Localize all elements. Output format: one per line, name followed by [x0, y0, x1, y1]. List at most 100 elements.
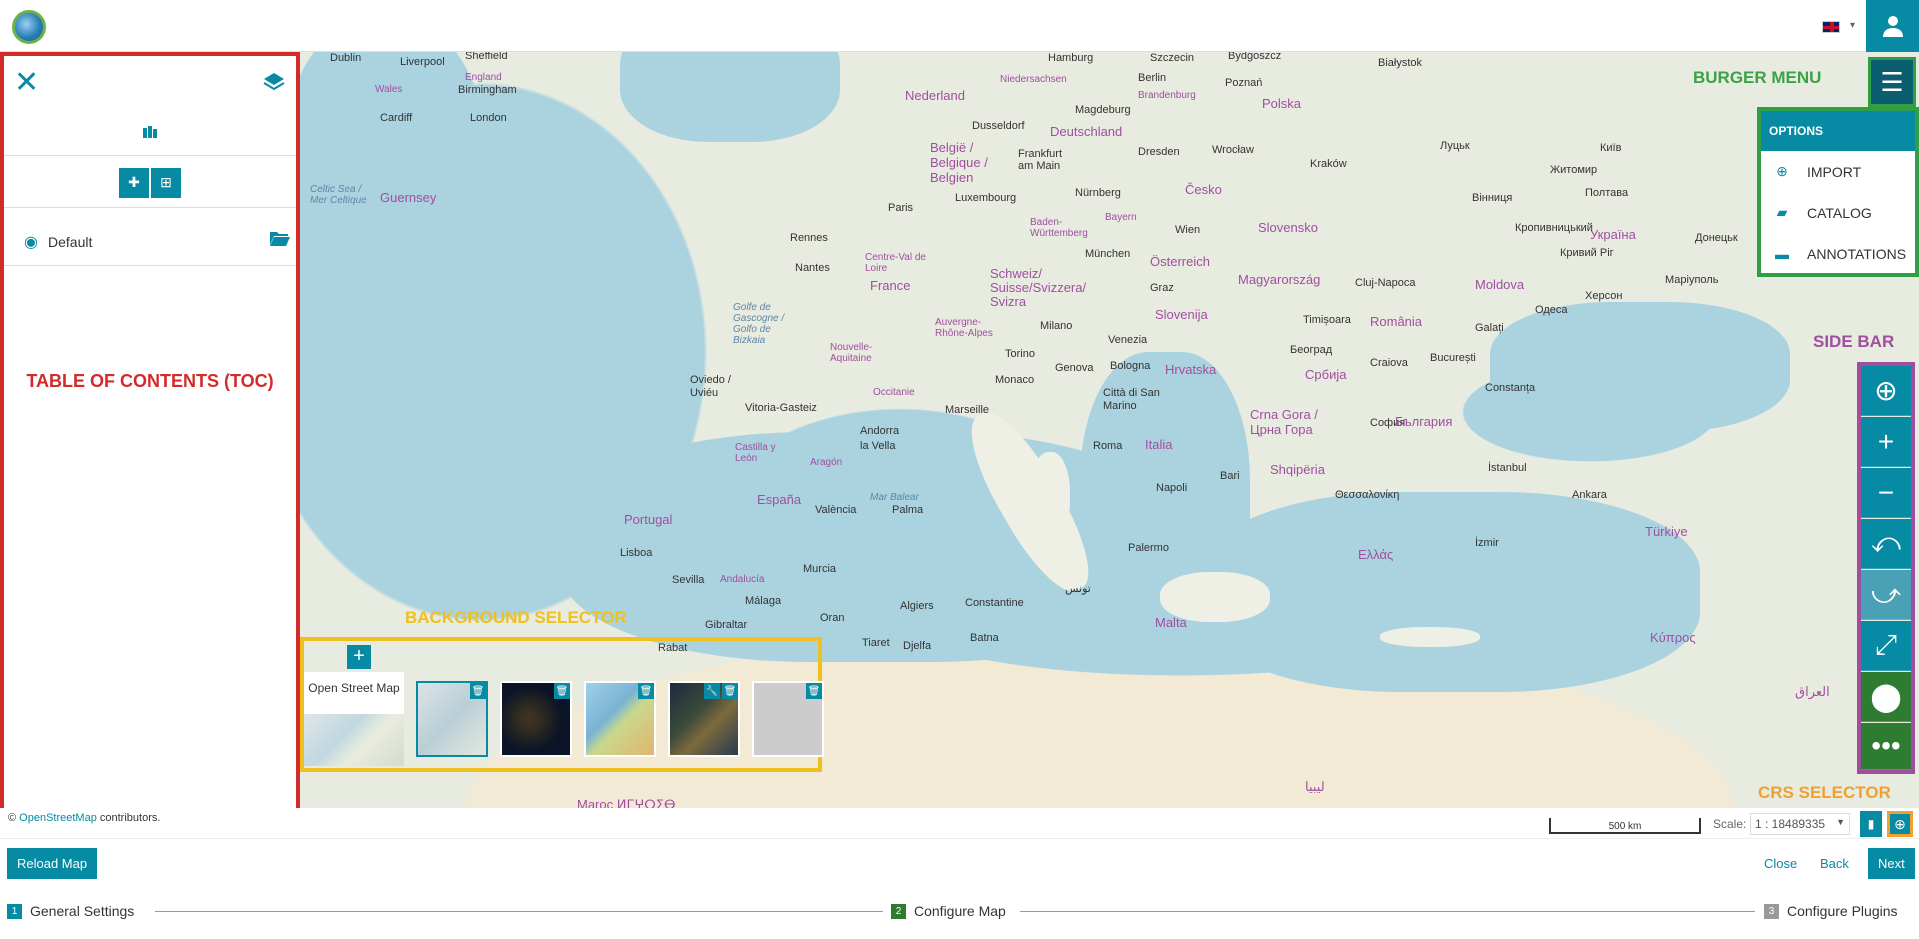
comment-icon: ▬	[1775, 245, 1789, 262]
attribution-prefix: ©	[8, 812, 17, 824]
reload-map-button[interactable]: Reload Map	[7, 848, 98, 879]
add-background-button[interactable]: +	[347, 645, 371, 669]
map-label: ليبيا	[1305, 779, 1325, 794]
back-button[interactable]: Back	[1820, 856, 1849, 871]
layers-icon[interactable]	[262, 70, 286, 94]
delete-icon[interactable]: 🗑	[554, 683, 570, 699]
locate-button[interactable]: ⊕	[1861, 366, 1911, 416]
locate-icon: ⊕	[1874, 375, 1898, 406]
menu-header: OPTIONS	[1761, 111, 1915, 151]
delete-icon[interactable]: 🗑	[806, 683, 822, 699]
marker-button[interactable]: ⬤	[1861, 672, 1911, 722]
map-label: Кропивницький	[1515, 222, 1593, 234]
user-button[interactable]	[1866, 0, 1919, 52]
map-label: București	[1430, 352, 1476, 364]
map-label: България	[1395, 414, 1453, 429]
mouse-position-button[interactable]: ▮	[1860, 811, 1882, 837]
map-label: Oran	[820, 612, 845, 624]
map-label: Monaco	[995, 374, 1035, 386]
close-button[interactable]: Close	[1764, 856, 1797, 871]
background-thumb[interactable]: 🗑	[500, 681, 572, 757]
background-selector-annotation: BACKGROUND SELECTOR	[405, 608, 627, 627]
background-thumb-osm[interactable]: Open Street Map	[304, 672, 404, 766]
background-thumb[interactable]: 🗑	[752, 681, 824, 757]
background-thumb[interactable]: 🔧 🗑	[668, 681, 740, 757]
map-label: Marseille	[945, 404, 990, 416]
map-label: Oviedo / Uviéu	[690, 374, 731, 399]
map-label: Sevilla	[672, 574, 705, 586]
attribution-link[interactable]: OpenStreetMap	[19, 812, 97, 824]
map-label: İzmir	[1475, 537, 1499, 549]
import-icon: ⊕	[1776, 163, 1788, 179]
wizard-step-1[interactable]: 1 General Settings	[7, 903, 134, 919]
map-label: Hrvatska	[1165, 362, 1217, 377]
map-label: Andalucía	[720, 574, 765, 585]
toc-annotation: TABLE OF CONTENTS (TOC)	[26, 371, 274, 391]
background-thumb[interactable]: 🗑	[416, 681, 488, 757]
background-thumb[interactable]: 🗑	[584, 681, 656, 757]
wizard-step-3[interactable]: 3 Configure Plugins	[1764, 903, 1898, 919]
map-label: Kraków	[1310, 158, 1347, 170]
delete-icon[interactable]: 🗑	[722, 683, 738, 699]
map-label: Житомир	[1550, 164, 1598, 176]
map-label: Dresden	[1138, 146, 1180, 158]
close-icon[interactable]: ✕	[14, 68, 39, 98]
map-label: Vitoria-Gasteiz	[745, 402, 817, 414]
language-caret-icon[interactable]: ▾	[1850, 20, 1855, 31]
folder-open-icon[interactable]	[270, 230, 290, 246]
burger-menu-button[interactable]: ☰	[1868, 57, 1916, 107]
burger-menu-annotation: BURGER MENU	[1693, 68, 1822, 87]
map-label: Türkiye	[1645, 524, 1688, 539]
menu-item-label: CATALOG	[1807, 204, 1872, 221]
add-layer-button[interactable]: ✚	[119, 167, 149, 198]
eye-icon[interactable]: ◉	[24, 232, 38, 252]
map-label: Hamburg	[1048, 52, 1094, 64]
map-label: Maroc ⵍⵎⵖⵔⵉⴱ	[577, 797, 676, 808]
delete-icon[interactable]: 🗑	[638, 683, 654, 699]
crs-selector-button[interactable]: ⊕	[1887, 811, 1913, 837]
menu-item-annotations[interactable]: ▬ ANNOTATIONS	[1761, 233, 1915, 274]
delete-icon[interactable]: 🔧	[704, 683, 720, 699]
scale-bar: 500 km	[1549, 818, 1701, 834]
map-label: Cardiff	[380, 112, 413, 124]
scale-dropdown[interactable]: 1 : 18489335 ▼	[1750, 813, 1850, 835]
wizard-step-2[interactable]: 2 Configure Map	[891, 903, 1006, 919]
map-label: Djelfa	[903, 640, 932, 652]
zoom-out-button[interactable]: −	[1861, 468, 1911, 518]
layer-group-default[interactable]: ◉ Default	[4, 216, 296, 266]
map-label: Brandenburg	[1138, 90, 1196, 101]
menu-item-label: IMPORT	[1807, 163, 1862, 180]
top-bar: ▾	[0, 0, 1919, 52]
map-label: Bari	[1220, 470, 1240, 482]
add-group-button[interactable]: ⊞	[151, 167, 181, 198]
map-label: Dusseldorf	[972, 120, 1025, 132]
chevron-down-icon: ▼	[1836, 817, 1845, 827]
scale-label: Scale:	[1713, 817, 1747, 831]
map-label: Magdeburg	[1075, 104, 1131, 116]
fullscreen-button[interactable]: ⤢	[1861, 621, 1911, 671]
delete-icon[interactable]: 🗑	[470, 683, 486, 699]
uk-flag-icon[interactable]	[1822, 21, 1840, 33]
map-label: Berlin	[1138, 72, 1167, 84]
map-label: Castilla y León	[735, 442, 776, 464]
zoom-in-button[interactable]: +	[1861, 417, 1911, 467]
zoom-previous-button[interactable]: ⤺	[1861, 519, 1911, 569]
map-label: Sheffield	[465, 52, 508, 62]
marker-icon: ⬤	[1870, 681, 1902, 712]
table-of-contents: ✕ ✚ ⊞ ◉ Default TABLE OF CONTENTS (TOC)	[0, 52, 300, 812]
map-filter-icon[interactable]	[142, 123, 158, 139]
zoom-next-button[interactable]: ⤻	[1861, 570, 1911, 620]
map-label: Nouvelle-Aquitaine	[830, 342, 873, 364]
map-label: Malta	[1155, 615, 1187, 630]
map-label: Batna	[970, 632, 999, 644]
map-label: Полтава	[1585, 187, 1629, 199]
map-label: Genova	[1055, 362, 1094, 374]
menu-item-import[interactable]: ⊕ IMPORT	[1761, 151, 1915, 192]
map-label: Θεσσαλονίκη	[1335, 489, 1400, 501]
map-label: Україна	[1590, 227, 1636, 242]
map-label: Луцьк	[1440, 140, 1470, 152]
menu-item-catalog[interactable]: ▰ CATALOG	[1761, 192, 1915, 233]
next-button[interactable]: Next	[1868, 848, 1915, 879]
more-icon: •••	[1871, 730, 1901, 761]
more-button[interactable]: •••	[1861, 723, 1911, 770]
